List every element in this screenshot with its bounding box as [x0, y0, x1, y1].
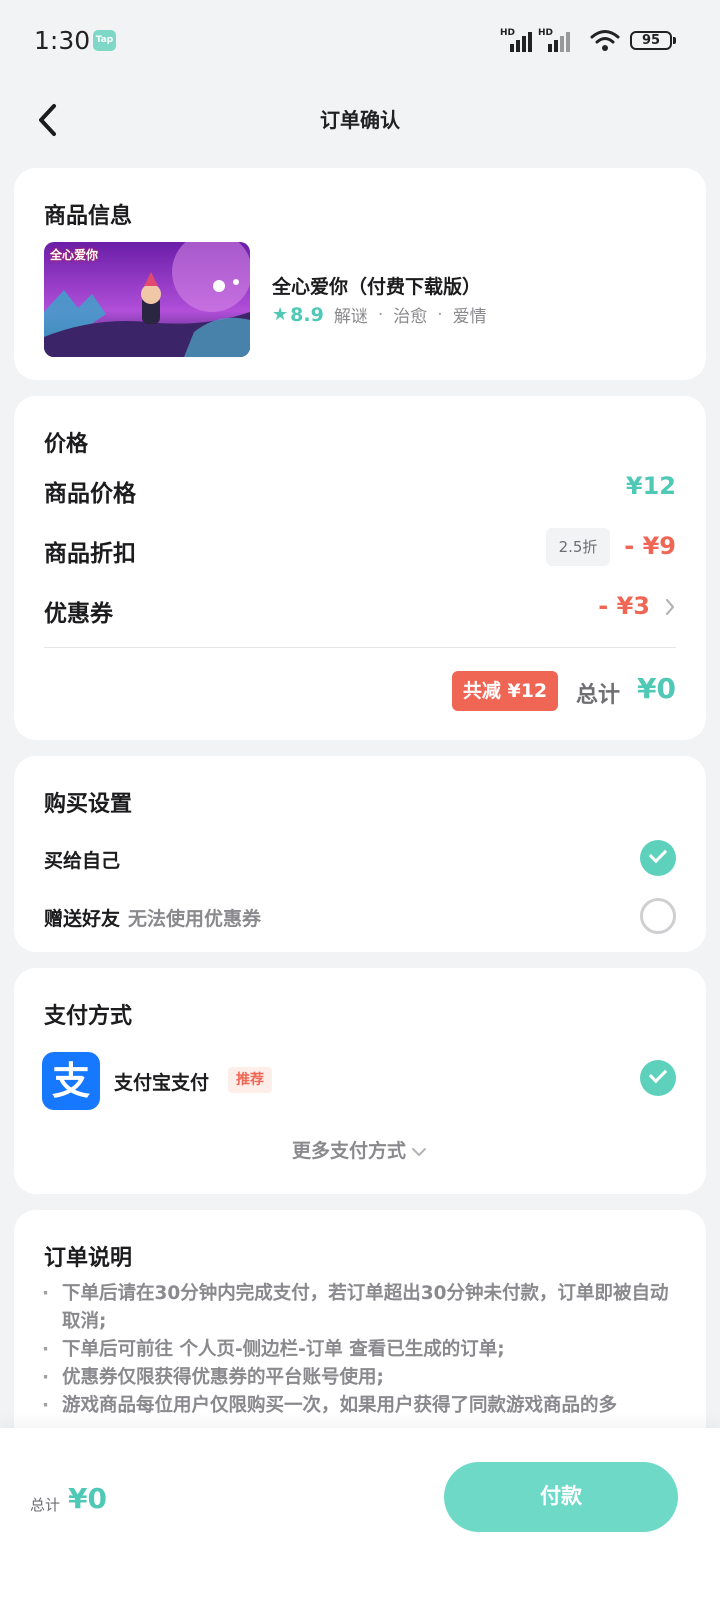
price-card: 价格 商品价格 ¥12 商品折扣 2.5折 - ¥9 优惠券 - ¥3 共减 ¥…	[14, 396, 706, 740]
gift-friend-option[interactable]: 赠送好友 无法使用优惠券	[14, 892, 706, 940]
section-title: 购买设置	[44, 792, 133, 817]
game-tag: 治愈	[393, 307, 428, 327]
separator-dot: ·	[377, 304, 384, 325]
section-title: 商品信息	[44, 204, 133, 229]
signal-strength-icon: HD	[500, 28, 534, 52]
wifi-icon	[590, 30, 620, 51]
game-meta: ★ 8.9 解谜 · 治愈 · 爱情	[272, 302, 487, 328]
pay-button[interactable]: 付款	[444, 1462, 678, 1532]
checkout-bar: 总计 ¥0 付款	[0, 1428, 720, 1602]
game-thumbnail[interactable]: 全心爱你	[44, 242, 250, 357]
list-item: 下单后可前往 个人页-侧边栏-订单 查看已生成的订单;	[42, 1336, 678, 1364]
section-title: 价格	[44, 432, 89, 457]
total-value: ¥0	[637, 672, 676, 705]
section-title: 订单说明	[44, 1246, 133, 1271]
header: 订单确认	[0, 82, 720, 158]
alipay-icon: 支	[42, 1052, 100, 1110]
order-notes-list: 下单后请在30分钟内完成支付，若订单超出30分钟未付款，订单即被自动取消; 下单…	[42, 1280, 678, 1420]
discount-label: 商品折扣	[44, 541, 136, 567]
page-title: 订单确认	[320, 108, 400, 132]
game-rating: 8.9	[290, 303, 324, 326]
buy-for-self-option[interactable]: 买给自己	[14, 834, 706, 882]
checkmark-icon	[640, 840, 676, 876]
option-label: 赠送好友 无法使用优惠券	[44, 904, 261, 931]
purchase-settings-card: 购买设置 买给自己 赠送好友 无法使用优惠券	[14, 756, 706, 952]
separator-dot: ·	[437, 304, 443, 325]
total-savings-badge: 共减 ¥12	[452, 671, 558, 711]
star-icon: ★	[272, 304, 289, 325]
item-price-label: 商品价格	[44, 481, 136, 507]
thumbnail-logo-text: 全心爱你	[50, 248, 99, 262]
recommend-tag: 推荐	[228, 1067, 272, 1093]
more-payment-methods-button[interactable]: 更多支付方式	[14, 1136, 706, 1163]
item-price-value: ¥12	[625, 472, 676, 500]
more-payment-label: 更多支付方式	[291, 1140, 406, 1162]
status-time: 1:30	[34, 26, 91, 55]
chevron-right-icon	[665, 598, 675, 616]
coupon-label: 优惠券	[44, 601, 113, 627]
discount-rate-tag: 2.5折	[546, 528, 610, 566]
discount-value: - ¥9	[624, 532, 676, 560]
total-label: 总计	[576, 683, 621, 708]
product-info-card: 商品信息 全心爱你 全心爱你（付费下载版） ★ 8.9 解谜 · 治愈 · 爱情	[14, 168, 706, 380]
alipay-option[interactable]: 支 支付宝支付 推荐	[14, 968, 706, 1118]
battery-icon: 95	[630, 31, 676, 50]
bottom-total-value: ¥0	[68, 1482, 107, 1515]
gift-label: 赠送好友	[44, 908, 121, 930]
payment-method-name: 支付宝支付	[114, 1072, 210, 1094]
game-tag: 爱情	[452, 307, 487, 327]
radio-unselected-icon	[640, 898, 676, 934]
game-tag: 解谜	[333, 307, 368, 327]
game-name: 全心爱你（付费下载版）	[272, 276, 482, 298]
list-item: 游戏商品每位用户仅限购买一次，如果用户获得了同款游戏商品的多	[42, 1392, 678, 1420]
coupon-value: - ¥3	[598, 592, 650, 620]
list-item: 下单后请在30分钟内完成支付，若订单超出30分钟未付款，订单即被自动取消;	[42, 1280, 678, 1336]
status-bar: 1:30 Tap HD HD 95	[0, 0, 720, 82]
coupon-row[interactable]: 优惠券 - ¥3	[14, 576, 706, 636]
checkmark-icon	[640, 1060, 676, 1096]
payment-method-card: 支付方式 支 支付宝支付 推荐 更多支付方式	[14, 968, 706, 1194]
divider	[44, 647, 676, 648]
gift-note: 无法使用优惠券	[128, 908, 262, 930]
option-label: 买给自己	[44, 850, 121, 872]
chevron-down-icon	[412, 1147, 426, 1156]
signal-strength-icon: HD	[538, 28, 572, 52]
taptap-notification-icon: Tap	[93, 30, 116, 51]
bottom-total-label: 总计	[30, 1496, 61, 1514]
list-item: 优惠券仅限获得优惠券的平台账号使用;	[42, 1364, 678, 1392]
